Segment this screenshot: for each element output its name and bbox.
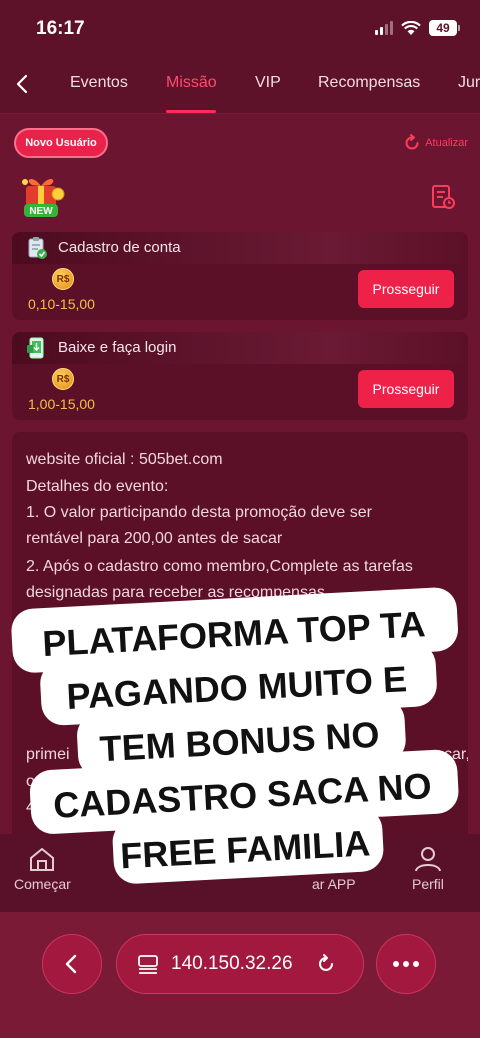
tab-missao[interactable]: Missão — [166, 74, 217, 92]
task-reward-range: 0,10-15,00 — [28, 296, 95, 312]
url-bar[interactable]: 140.150.32.26 — [116, 934, 364, 994]
nav-app-label: ar APP — [312, 876, 356, 892]
details-line: rentável para 200,00 antes de sacar — [26, 530, 283, 547]
tab-vip[interactable]: VIP — [255, 74, 281, 92]
continue-button[interactable]: Prosseguir — [358, 370, 454, 408]
details-line: Detalhes do evento: — [26, 478, 169, 495]
tab-recompensas[interactable]: Recompensas — [318, 74, 420, 92]
details-line: designadas para receber as recompensas — [26, 584, 325, 601]
signal-icon — [375, 21, 393, 35]
more-dots-icon — [393, 961, 419, 967]
back-chevron-icon[interactable] — [12, 72, 34, 96]
refresh-icon — [405, 134, 419, 150]
url-text: 140.150.32.26 — [171, 953, 293, 974]
coin-icon: R$ — [52, 368, 74, 390]
continue-button[interactable]: Prosseguir — [358, 270, 454, 308]
status-bar: 16:17 49 — [0, 0, 480, 56]
details-line: 2. Após o cadastro como membro,Complete … — [26, 558, 413, 575]
task-reward-range: 1,00-15,00 — [28, 396, 95, 412]
nav-start-label: Começar — [14, 876, 71, 892]
task-card-download: Baixe e faça login R$ 1,00-15,00 Prosseg… — [12, 332, 468, 420]
battery-icon: 49 — [429, 20, 460, 36]
details-line: website oficial : 505bet.com — [26, 451, 223, 468]
event-details-panel: website oficial : 505bet.com Detalhes do… — [12, 432, 468, 852]
tab-eventos[interactable]: Eventos — [70, 74, 128, 92]
details-line-partial: car, — [444, 746, 468, 763]
tab-juros[interactable]: Jur — [458, 74, 480, 92]
battery-level: 49 — [429, 20, 457, 36]
nav-profile-label: Perfil — [412, 876, 444, 892]
details-line: 1. O valor participando desta promoção d… — [26, 504, 372, 521]
browser-back-button[interactable] — [42, 934, 102, 994]
status-time: 16:17 — [36, 18, 85, 39]
task-card-account: Cadastro de conta R$ 0,10-15,00 Prossegu… — [12, 232, 468, 320]
active-tab-indicator — [166, 110, 216, 113]
page-menu-icon — [138, 955, 158, 974]
clipboard-check-icon — [28, 237, 47, 259]
chevron-left-icon — [65, 954, 77, 974]
details-line: 4. — [26, 799, 40, 816]
details-line: primei — [26, 746, 70, 763]
details-line: o bônu — [26, 773, 75, 790]
reload-icon[interactable] — [315, 953, 337, 975]
refresh-button[interactable]: Atualizar — [403, 134, 468, 152]
gift-new-icon: NEW — [22, 178, 65, 217]
bottom-nav — [0, 834, 480, 914]
status-icons: 49 — [375, 20, 460, 36]
coin-icon: R$ — [52, 268, 74, 290]
browser-more-button[interactable] — [376, 934, 436, 994]
wifi-icon — [401, 20, 421, 35]
nav-profile[interactable]: Perfil — [412, 846, 444, 892]
nav-app[interactable]: ar APP — [312, 876, 356, 892]
task-title: Baixe e faça login — [58, 339, 177, 356]
tab-bar: Eventos Missão VIP Recompensas Jur — [0, 56, 480, 114]
record-list-icon[interactable] — [430, 184, 456, 210]
refresh-label: Atualizar — [425, 137, 468, 149]
details-line: correspondentes — [26, 610, 146, 627]
nav-start[interactable]: Começar — [14, 846, 71, 892]
user-icon — [414, 847, 441, 872]
new-badge-text: NEW — [29, 206, 53, 217]
new-user-badge[interactable]: Novo Usuário — [14, 128, 108, 158]
home-icon — [30, 847, 55, 871]
phone-download-icon — [27, 337, 44, 359]
task-title: Cadastro de conta — [58, 239, 181, 256]
